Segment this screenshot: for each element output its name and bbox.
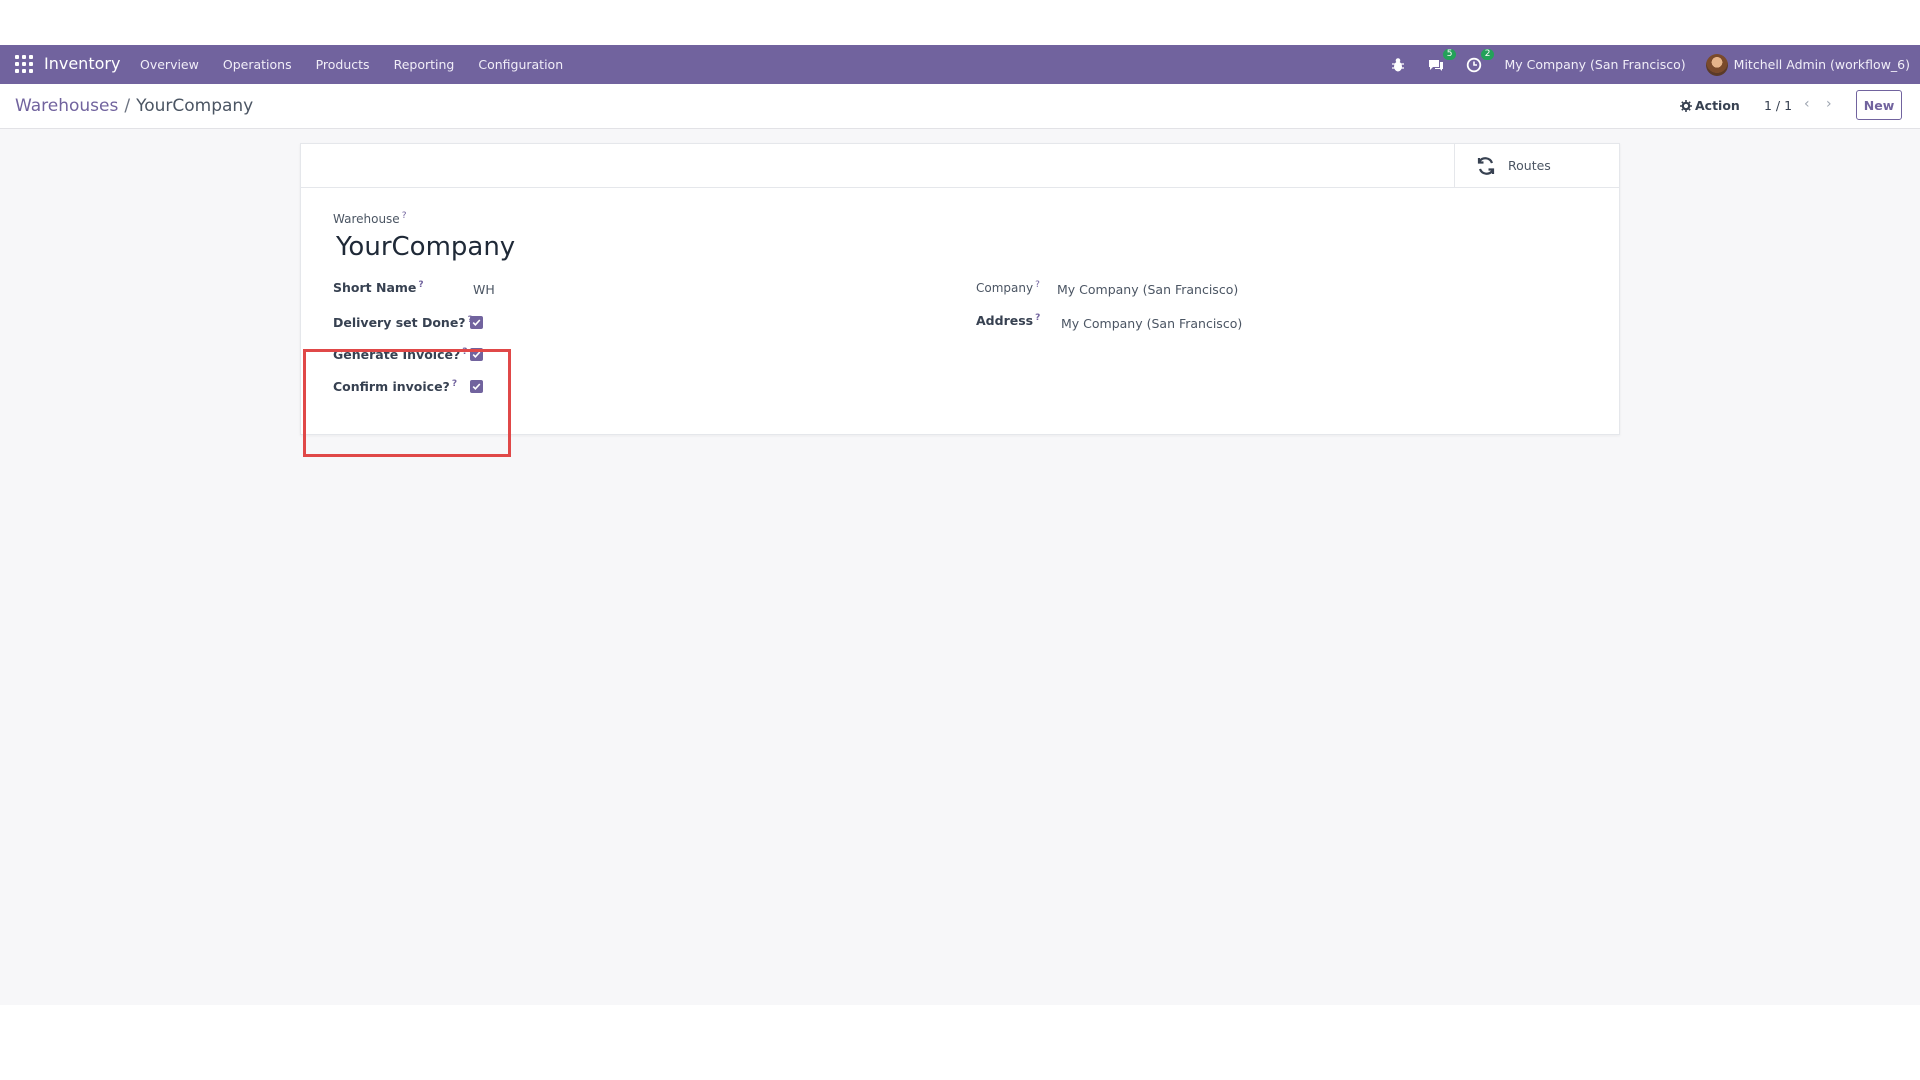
app-grid-icon[interactable] <box>15 55 33 73</box>
messages-icon[interactable]: 5 <box>1428 48 1457 73</box>
company-field[interactable]: My Company (San Francisco) <box>1057 282 1238 297</box>
help-icon: ? <box>1035 280 1040 290</box>
pager-previous-icon[interactable]: ‹ <box>1804 96 1810 112</box>
menu-overview[interactable]: Overview <box>140 57 199 72</box>
pager-next-icon[interactable]: › <box>1826 96 1832 112</box>
warehouse-name-field[interactable]: YourCompany <box>336 232 515 262</box>
action-label: Action <box>1695 98 1740 113</box>
company-label: Company? <box>976 280 1040 295</box>
app: Inventory Overview Operations Products R… <box>0 45 1920 1005</box>
warehouse-label: Warehouse? <box>333 211 407 226</box>
control-panel: Warehouses / YourCompany Action 1 / 1 ‹ › … <box>0 84 1920 129</box>
action-menu-button[interactable]: Action <box>1680 98 1740 113</box>
top-navbar: Inventory Overview Operations Products R… <box>0 45 1920 84</box>
routes-button[interactable]: Routes <box>1454 144 1619 187</box>
new-button[interactable]: New <box>1856 90 1902 120</box>
activities-badge: 2 <box>1480 48 1495 60</box>
short-name-label: Short Name? <box>333 280 424 296</box>
systray: 5 2 My Company (San Francisco) Mitchell … <box>1390 45 1920 84</box>
help-icon: ? <box>401 211 407 221</box>
routes-label: Routes <box>1508 158 1551 173</box>
delivery-set-done-label: Delivery set Done?? <box>333 315 473 330</box>
help-icon: ? <box>418 280 424 290</box>
menu-configuration[interactable]: Configuration <box>478 57 563 72</box>
address-label: Address? <box>976 313 1041 329</box>
user-name: Mitchell Admin (workflow_6) <box>1733 57 1910 72</box>
highlight-box <box>303 349 511 457</box>
short-name-field[interactable]: WH <box>473 282 495 297</box>
avatar <box>1705 53 1728 76</box>
checkmark-icon <box>472 319 481 326</box>
gear-icon <box>1680 99 1692 112</box>
menu-products[interactable]: Products <box>316 57 370 72</box>
user-menu[interactable]: Mitchell Admin (workflow_6) <box>1705 53 1910 76</box>
button-box: Routes <box>301 144 1619 188</box>
company-switcher[interactable]: My Company (San Francisco) <box>1504 57 1685 72</box>
activities-clock-icon[interactable]: 2 <box>1466 48 1495 73</box>
app-brand[interactable]: Inventory <box>44 54 120 73</box>
debug-bug-icon[interactable] <box>1390 57 1406 73</box>
main-menu: Overview Operations Products Reporting C… <box>140 57 587 72</box>
help-icon: ? <box>1035 313 1041 323</box>
breadcrumb-warehouses[interactable]: Warehouses <box>15 96 118 116</box>
breadcrumb: Warehouses / YourCompany <box>15 96 253 116</box>
address-field[interactable]: My Company (San Francisco) <box>1061 316 1242 331</box>
pager-value[interactable]: 1 / 1 <box>1764 98 1792 113</box>
breadcrumb-separator: / <box>124 96 131 116</box>
menu-operations[interactable]: Operations <box>223 57 292 72</box>
breadcrumb-current: YourCompany <box>136 96 254 116</box>
menu-reporting[interactable]: Reporting <box>394 57 455 72</box>
delivery-set-done-checkbox[interactable] <box>470 316 483 329</box>
messages-badge: 5 <box>1442 48 1457 60</box>
refresh-icon <box>1477 156 1495 175</box>
